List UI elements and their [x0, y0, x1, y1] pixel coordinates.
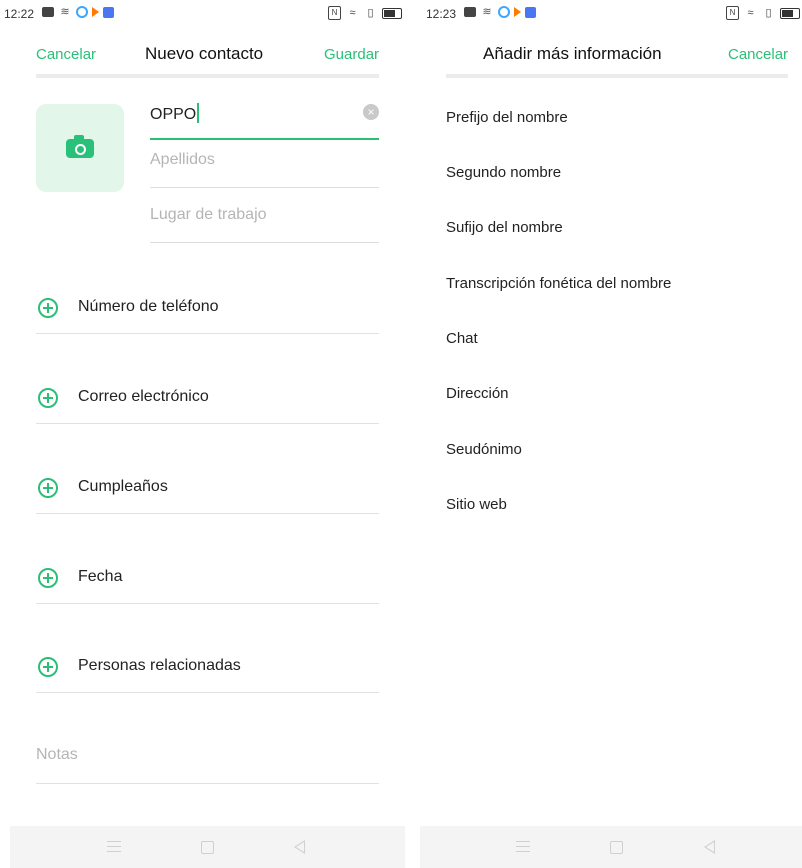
add-circle-icon: [38, 657, 58, 677]
last-name-field[interactable]: Apellidos: [150, 148, 379, 188]
home-icon[interactable]: [610, 841, 623, 854]
workplace-field[interactable]: Lugar de trabajo: [150, 203, 379, 243]
row-divider: [36, 513, 379, 514]
add-circle-icon: [38, 568, 58, 588]
field-underline: [150, 138, 379, 140]
status-right-icons: N ≈ ▯: [726, 6, 800, 20]
header-divider: [36, 74, 379, 78]
field-underline: [150, 187, 379, 188]
page-title: Añadir más información: [483, 44, 662, 63]
add-email-row[interactable]: Correo electrónico: [36, 374, 379, 424]
nfc-icon: N: [328, 6, 341, 20]
row-divider: [36, 692, 379, 693]
option-website[interactable]: Sitio web: [446, 496, 507, 513]
app-notification-icon: [103, 6, 114, 18]
cancel-button[interactable]: Cancelar: [728, 46, 788, 63]
app-notification-icon: [525, 6, 536, 18]
clear-icon[interactable]: ×: [363, 104, 379, 120]
notes-placeholder: Notas: [36, 746, 78, 763]
add-circle-icon: [38, 478, 58, 498]
battery-icon: [780, 7, 800, 19]
app-bar: Añadir más información Cancelar: [420, 38, 802, 72]
sync-icon: [498, 6, 510, 18]
vibrate-icon: ≈: [349, 7, 356, 19]
app-bar: Cancelar Nuevo contacto Guardar: [0, 38, 410, 72]
add-birthday-row[interactable]: Cumpleaños: [36, 464, 379, 514]
first-name-field[interactable]: OPPO ×: [150, 100, 379, 140]
status-bar: 12:23 ≋ N ≈ ▯: [420, 0, 802, 26]
status-left-icons: ≋: [42, 6, 114, 18]
option-name-suffix[interactable]: Sufijo del nombre: [446, 219, 563, 236]
vibrate-mode-icon: ▯: [765, 7, 772, 19]
option-middle-name[interactable]: Segundo nombre: [446, 164, 561, 181]
status-right-icons: N ≈ ▯: [328, 6, 402, 20]
save-button[interactable]: Guardar: [324, 46, 379, 63]
vibrate-icon: ≈: [747, 7, 754, 19]
row-label: Correo electrónico: [78, 388, 209, 405]
status-left-icons: ≋: [464, 6, 536, 18]
last-name-placeholder: Apellidos: [150, 151, 215, 168]
menu-icon[interactable]: [516, 841, 530, 853]
workplace-placeholder: Lugar de trabajo: [150, 206, 267, 223]
add-date-row[interactable]: Fecha: [36, 554, 379, 604]
row-label: Personas relacionadas: [78, 657, 241, 674]
home-icon[interactable]: [201, 841, 214, 854]
contact-photo-button[interactable]: [36, 104, 124, 192]
add-phone-row[interactable]: Número de teléfono: [36, 284, 379, 334]
wifi-icon: ≋: [60, 6, 70, 18]
row-label: Fecha: [78, 568, 123, 585]
row-divider: [36, 333, 379, 334]
page-title: Nuevo contacto: [145, 44, 264, 63]
notification-icon: [464, 7, 476, 17]
play-store-icon: [92, 7, 99, 17]
back-icon[interactable]: [704, 840, 715, 854]
add-circle-icon: [38, 298, 58, 318]
row-divider: [36, 603, 379, 604]
row-divider: [36, 423, 379, 424]
field-underline: [150, 242, 379, 243]
add-circle-icon: [38, 388, 58, 408]
navigation-bar: [420, 826, 802, 868]
option-chat[interactable]: Chat: [446, 330, 478, 347]
back-icon[interactable]: [294, 840, 305, 854]
notification-icon: [42, 7, 54, 17]
new-contact-screen: 12:22 ≋ N ≈ ▯ Cancelar Nuevo contacto Gu…: [0, 0, 410, 868]
sync-icon: [76, 6, 88, 18]
option-name-prefix[interactable]: Prefijo del nombre: [446, 109, 568, 126]
row-label: Número de teléfono: [78, 298, 219, 315]
play-store-icon: [514, 7, 521, 17]
option-nickname[interactable]: Seudónimo: [446, 441, 522, 458]
option-phonetic-name[interactable]: Transcripción fonética del nombre: [446, 275, 671, 292]
battery-icon: [382, 7, 402, 19]
camera-icon: [66, 135, 94, 158]
vibrate-mode-icon: ▯: [367, 7, 374, 19]
status-time: 12:22: [4, 7, 35, 21]
first-name-value: OPPO: [150, 106, 197, 123]
add-more-info-screen: 12:23 ≋ N ≈ ▯ Añadir más información Can…: [420, 0, 802, 868]
menu-icon[interactable]: [107, 841, 121, 853]
text-caret: [197, 103, 200, 123]
cancel-button[interactable]: Cancelar: [36, 46, 96, 63]
header-divider: [446, 74, 788, 78]
wifi-icon: ≋: [482, 6, 492, 18]
option-address[interactable]: Dirección: [446, 385, 509, 402]
notes-field[interactable]: Notas: [36, 742, 379, 784]
nfc-icon: N: [726, 6, 739, 20]
row-label: Cumpleaños: [78, 478, 168, 495]
status-bar: 12:22 ≋ N ≈ ▯: [0, 0, 410, 26]
field-underline: [36, 783, 379, 784]
add-related-people-row[interactable]: Personas relacionadas: [36, 643, 379, 693]
status-time: 12:23: [426, 7, 457, 21]
navigation-bar: [10, 826, 405, 868]
